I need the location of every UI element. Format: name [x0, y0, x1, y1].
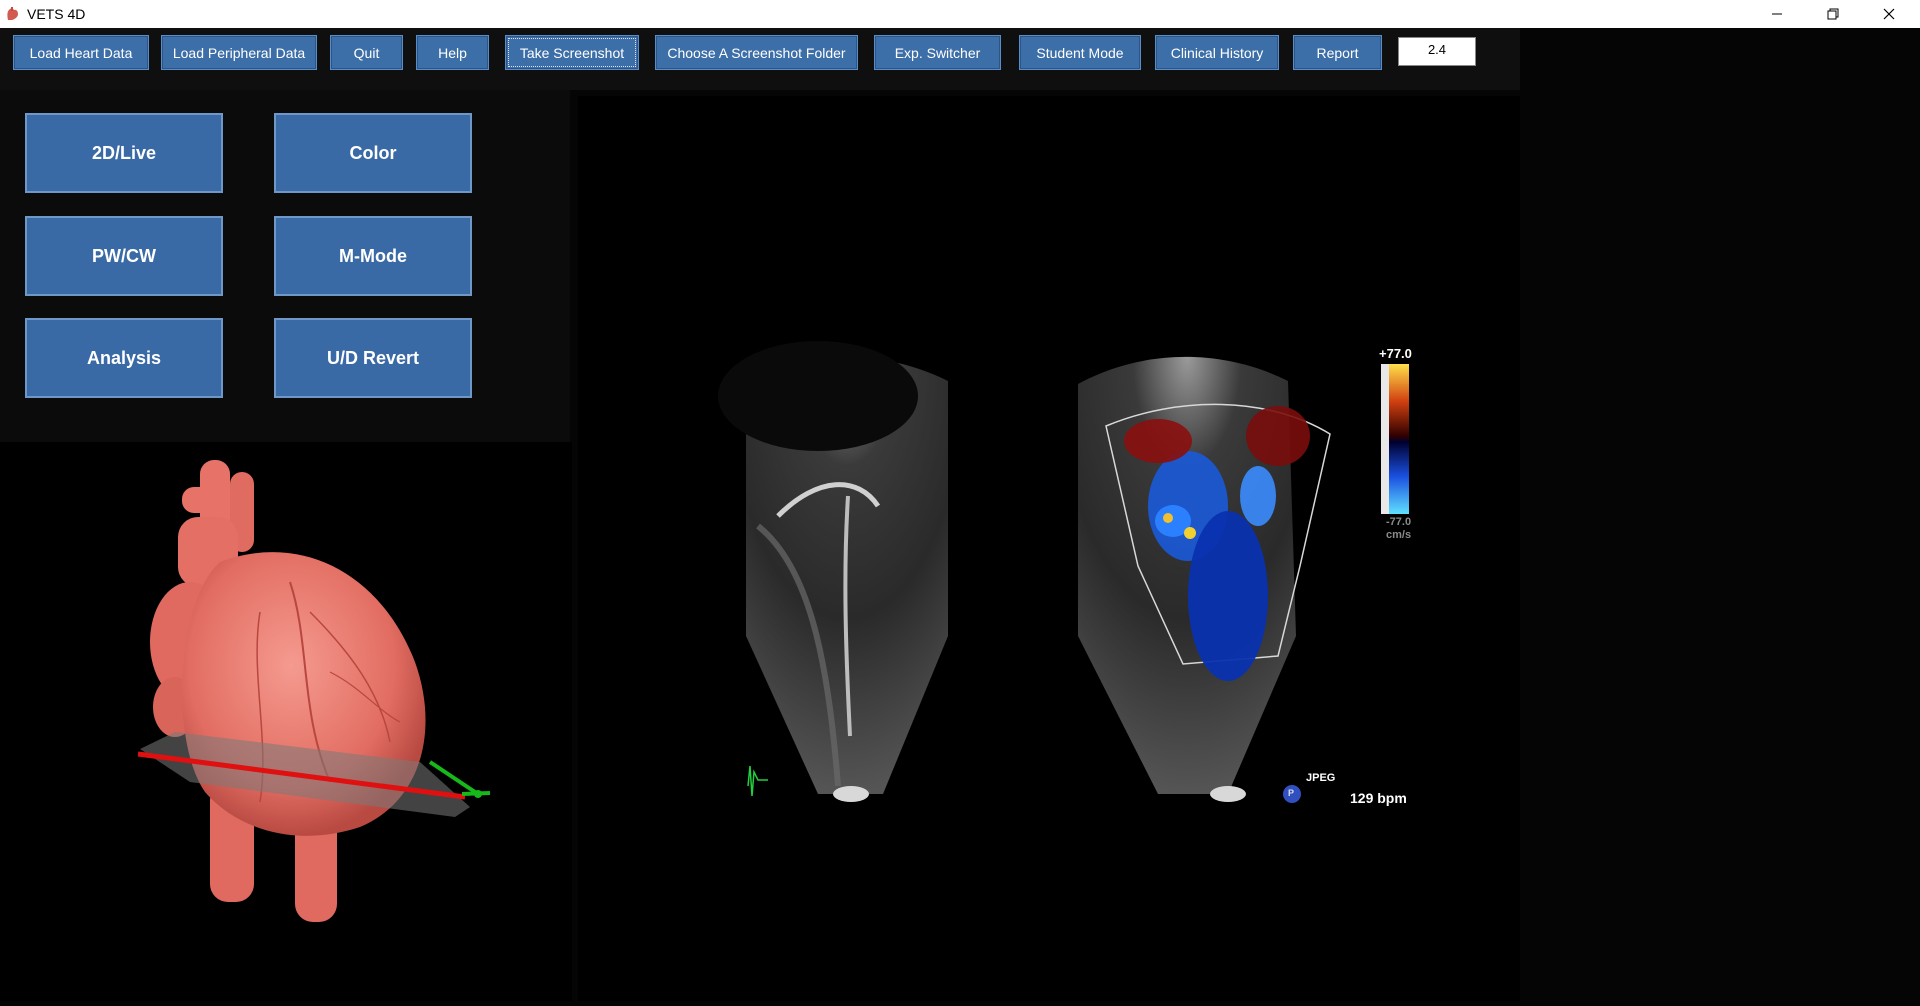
toolbar: Load Heart Data Load Peripheral Data Qui…: [0, 28, 1520, 90]
title-bar: VETS 4D: [0, 0, 1920, 28]
mode-panel: 2D/Live Color PW/CW M-Mode Analysis U/D …: [0, 90, 570, 442]
image-format-label: JPEG: [1306, 772, 1336, 784]
close-icon: [1883, 8, 1895, 20]
load-peripheral-data-button[interactable]: Load Peripheral Data: [161, 35, 317, 70]
app-heart-icon: [7, 7, 18, 20]
take-screenshot-button[interactable]: Take Screenshot: [505, 35, 639, 70]
echo-image: [718, 341, 1409, 803]
mode-analysis-button[interactable]: Analysis: [25, 318, 223, 398]
student-mode-button[interactable]: Student Mode: [1019, 35, 1141, 70]
ecg-trace-icon: [747, 765, 768, 797]
close-button[interactable]: [1861, 0, 1917, 28]
heart-model-icon: [137, 460, 491, 922]
clinical-history-button[interactable]: Clinical History: [1155, 35, 1279, 70]
heart-rate-label: 129 bpm: [1350, 790, 1407, 806]
help-button[interactable]: Help: [416, 35, 489, 70]
velocity-scale-unit: cm/s: [1386, 529, 1412, 541]
probe-badge-label: P: [1288, 788, 1295, 798]
velocity-scale-bottom: -77.0: [1386, 516, 1412, 528]
velocity-scale-top: +77.0: [1379, 346, 1412, 361]
minimize-button[interactable]: [1749, 0, 1805, 28]
mode-color-button[interactable]: Color: [274, 113, 472, 193]
ultrasound-viewer[interactable]: +77.0 -77.0 cm/s JPEG P 129 bpm: [578, 96, 1520, 1001]
exp-switcher-button[interactable]: Exp. Switcher: [874, 35, 1001, 70]
mode-m-mode-button[interactable]: M-Mode: [274, 216, 472, 296]
report-button[interactable]: Report: [1293, 35, 1382, 70]
restore-icon: [1827, 8, 1839, 20]
mode-ud-revert-button[interactable]: U/D Revert: [274, 318, 472, 398]
mode-2d-live-button[interactable]: 2D/Live: [25, 113, 223, 193]
quit-button[interactable]: Quit: [330, 35, 403, 70]
mode-pw-cw-button[interactable]: PW/CW: [25, 216, 223, 296]
choose-screenshot-folder-button[interactable]: Choose A Screenshot Folder: [655, 35, 858, 70]
zoom-value-field[interactable]: 2.4: [1398, 37, 1476, 66]
restore-button[interactable]: [1805, 0, 1861, 28]
load-heart-data-button[interactable]: Load Heart Data: [13, 35, 149, 70]
window-title: VETS 4D: [27, 6, 86, 22]
heart-3d-viewer[interactable]: [0, 442, 572, 1001]
minimize-icon: [1772, 13, 1782, 15]
